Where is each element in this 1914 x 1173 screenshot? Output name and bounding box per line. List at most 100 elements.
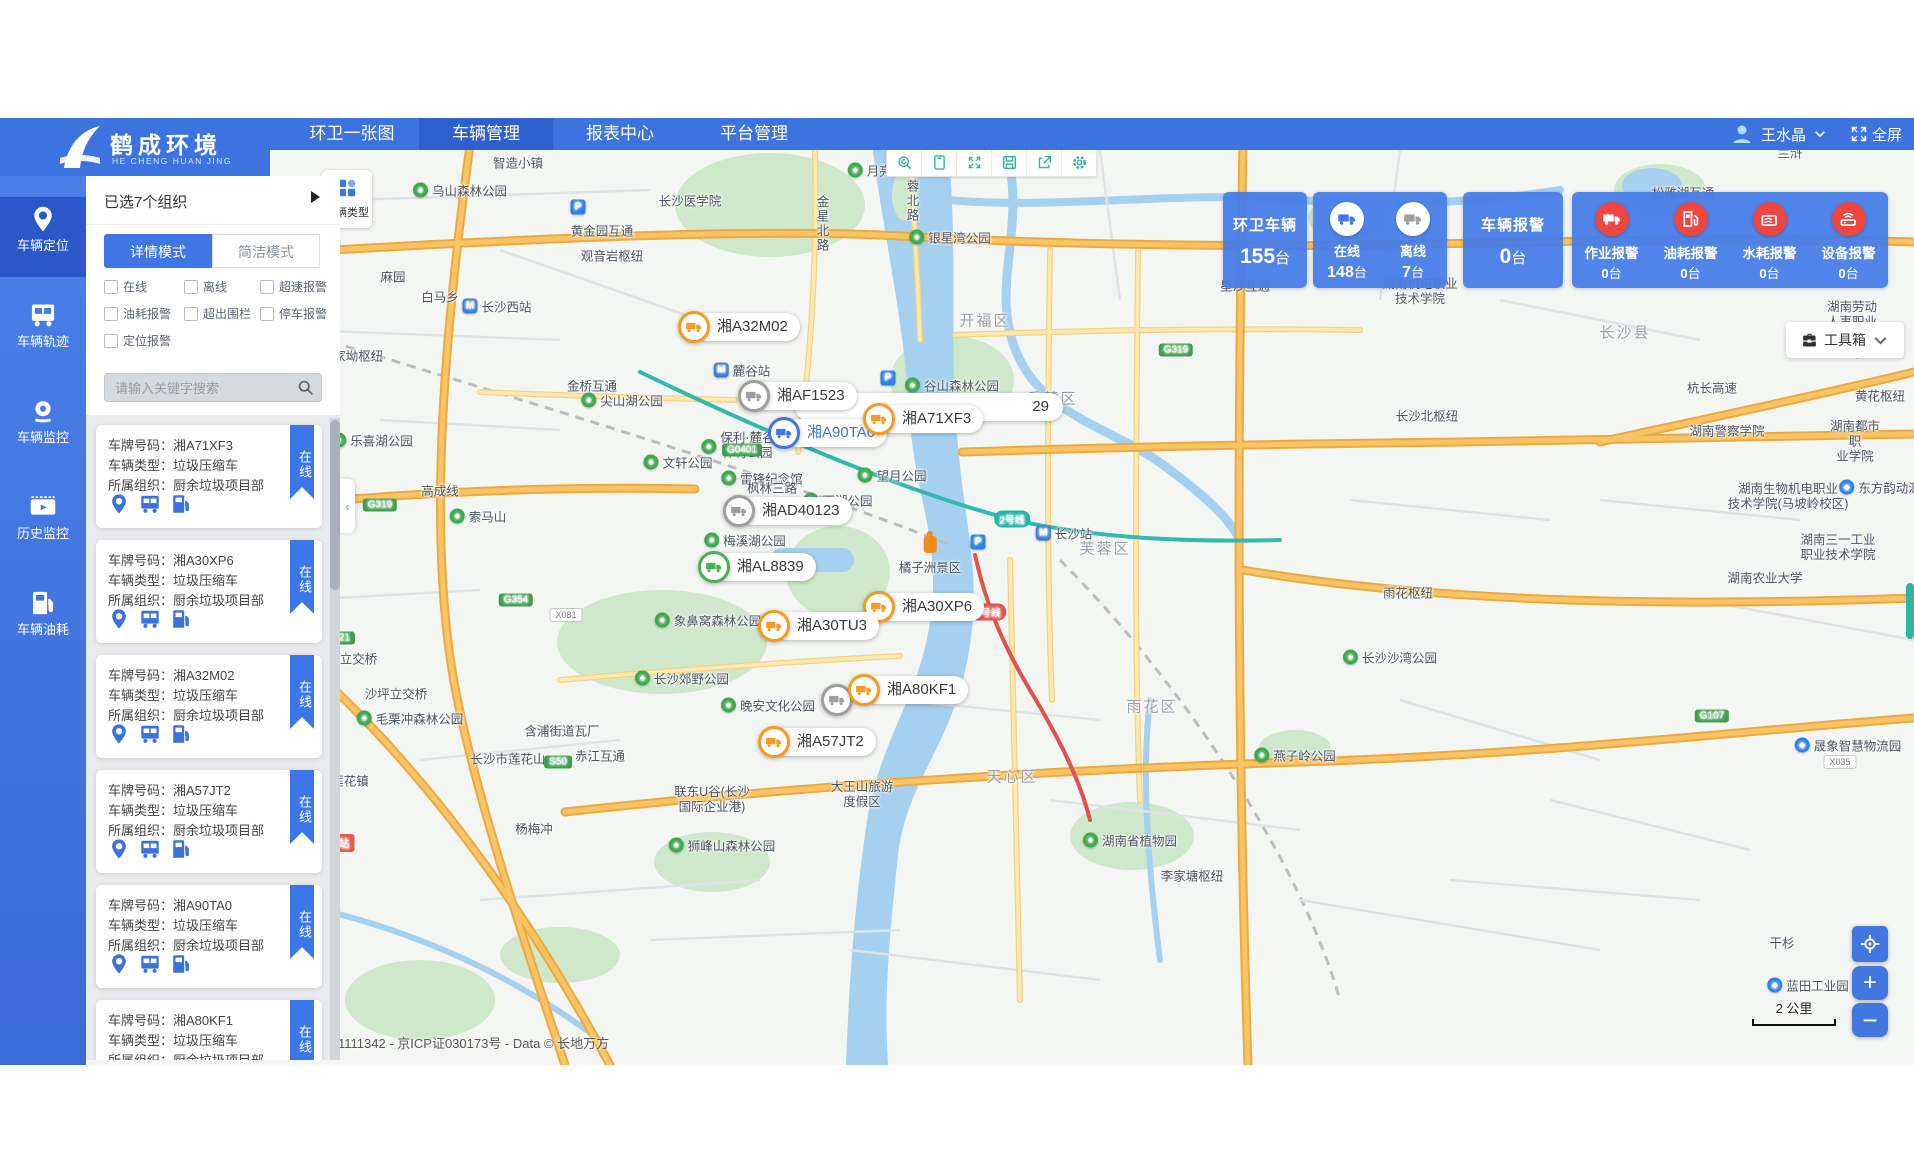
stat-alarm-label: 水耗报警 bbox=[1730, 242, 1809, 262]
park-icon: ♠ bbox=[635, 671, 650, 686]
stat-vehicle-alarm-unit: 台 bbox=[1511, 250, 1526, 267]
zoom-out-button[interactable]: − bbox=[1852, 1003, 1888, 1037]
stat-offline-label: 离线 bbox=[1381, 241, 1445, 260]
expand-icon[interactable] bbox=[957, 148, 992, 176]
fuel-vehicle-icon[interactable] bbox=[170, 953, 192, 975]
stat-online-unit: 台 bbox=[1354, 265, 1367, 280]
locate-vehicle-icon[interactable] bbox=[108, 838, 130, 860]
vehicle-card[interactable]: 车牌号码：湘A57JT2车辆类型：垃圾压缩车所属组织：厨余垃圾项目部在线 bbox=[96, 770, 322, 873]
map-label: ◆晟象智慧物流园 bbox=[1795, 736, 1902, 755]
fullscreen-button[interactable]: 全屏 bbox=[1850, 124, 1902, 145]
vehicle-card[interactable]: 车牌号码：湘A71XF3车辆类型：垃圾压缩车所属组织：厨余垃圾项目部在线 bbox=[96, 425, 322, 528]
top-navigation-bar: 环卫一张图车辆管理报表中心平台管理 王水晶 全屏 bbox=[0, 118, 1914, 150]
fuel-vehicle-icon[interactable] bbox=[170, 608, 192, 630]
map-label: G319 bbox=[1159, 344, 1193, 357]
fuel-vehicle-icon[interactable] bbox=[170, 493, 192, 515]
park-icon: ♠ bbox=[643, 455, 658, 470]
locate-vehicle-icon[interactable] bbox=[108, 608, 130, 630]
map-label: 长沙北枢纽 bbox=[1396, 406, 1459, 425]
nav-tab-4[interactable]: 平台管理 bbox=[687, 118, 821, 150]
panel-collapse-handle[interactable] bbox=[340, 479, 355, 533]
checkbox-icon[interactable] bbox=[260, 307, 274, 321]
nav-tab-3[interactable]: 报表中心 bbox=[553, 118, 687, 150]
map-label: 芙蓉区 bbox=[1079, 538, 1130, 559]
locate-vehicle-icon[interactable] bbox=[108, 953, 130, 975]
map-scale-label: 2 公里 bbox=[1752, 998, 1836, 1017]
sidebar-item-1[interactable]: 车辆定位 bbox=[0, 197, 86, 277]
filter-2[interactable]: 离线 bbox=[184, 278, 260, 295]
search-icon[interactable] bbox=[297, 379, 314, 396]
truck-icon bbox=[723, 495, 755, 527]
chevron-down-icon[interactable] bbox=[1813, 127, 1827, 141]
map-label: 大王山旅游 度假区 bbox=[831, 780, 894, 810]
panel-scrollbar-thumb[interactable] bbox=[330, 420, 340, 590]
truck-alarm-icon bbox=[1595, 202, 1629, 236]
filter-7[interactable]: 定位报警 bbox=[104, 332, 184, 349]
checkbox-icon[interactable] bbox=[260, 280, 274, 294]
zoomsearch-icon[interactable] bbox=[887, 148, 922, 176]
sidebar-item-2[interactable]: 车辆轨迹 bbox=[0, 293, 86, 373]
filter-3[interactable]: 超速报警 bbox=[260, 278, 329, 295]
frame-icon[interactable] bbox=[922, 148, 957, 176]
zoom-in-button[interactable]: + bbox=[1852, 966, 1888, 1000]
filter-4[interactable]: 油耗报警 bbox=[104, 305, 184, 322]
org-selected-label: 已选7个组织 bbox=[104, 191, 187, 212]
vehicle-org: 所属组织：厨余垃圾项目部 bbox=[108, 590, 264, 609]
status-badge: 在线 bbox=[290, 655, 314, 729]
search-input[interactable] bbox=[113, 376, 292, 401]
map-label-text: 毛栗冲森林公园 bbox=[376, 709, 464, 728]
track-vehicle-icon[interactable] bbox=[139, 838, 161, 860]
track-vehicle-icon[interactable] bbox=[139, 953, 161, 975]
toolbox-button[interactable]: 工具箱 bbox=[1786, 322, 1904, 358]
stat-total-unit: 台 bbox=[1275, 250, 1290, 267]
stat-offline-value: 7 bbox=[1402, 264, 1411, 281]
fuel-vehicle-icon[interactable] bbox=[170, 723, 192, 745]
vehicle-card[interactable]: 车牌号码：湘A32M02车辆类型：垃圾压缩车所属组织：厨余垃圾项目部在线 bbox=[96, 655, 322, 758]
tab-detail-mode[interactable]: 详情模式 bbox=[104, 234, 212, 268]
tab-simple-mode[interactable]: 简洁模式 bbox=[212, 234, 320, 268]
nav-tab-2[interactable]: 车辆管理 bbox=[419, 118, 553, 150]
vehicle-card[interactable]: 车牌号码：湘A30XP6车辆类型：垃圾压缩车所属组织：厨余垃圾项目部在线 bbox=[96, 540, 322, 643]
map-label: ♠长沙沙湾公园 bbox=[1343, 648, 1437, 667]
filter-5[interactable]: 超出围栏 bbox=[184, 305, 260, 322]
sidebar-item-5[interactable]: 车辆油耗 bbox=[0, 581, 86, 661]
locate-vehicle-icon[interactable] bbox=[108, 723, 130, 745]
stat-alarm-value: 0台 bbox=[1730, 263, 1809, 282]
filter-1[interactable]: 在线 bbox=[104, 278, 184, 295]
locate-button[interactable] bbox=[1852, 926, 1888, 962]
org-selector[interactable]: 已选7个组织 bbox=[86, 176, 340, 225]
expand-arrow-icon[interactable] bbox=[311, 191, 320, 203]
track-vehicle-icon[interactable] bbox=[139, 493, 161, 515]
crosshair-icon bbox=[1859, 933, 1881, 955]
checkbox-icon[interactable] bbox=[184, 280, 198, 294]
vehicle-card[interactable]: 车牌号码：湘A90TA0车辆类型：垃圾压缩车所属组织：厨余垃圾项目部在线 bbox=[96, 885, 322, 988]
filter-6[interactable]: 停车报警 bbox=[260, 305, 329, 322]
checkbox-icon[interactable] bbox=[104, 334, 118, 348]
right-edge-scrollbar[interactable] bbox=[1906, 583, 1914, 639]
username[interactable]: 王水晶 bbox=[1761, 124, 1806, 145]
checkbox-icon[interactable] bbox=[104, 280, 118, 294]
gear-icon[interactable] bbox=[1062, 148, 1096, 176]
offline-truck-icon bbox=[1396, 202, 1430, 236]
checkbox-icon[interactable] bbox=[104, 307, 118, 321]
export-icon[interactable] bbox=[1027, 148, 1062, 176]
save-icon[interactable] bbox=[992, 148, 1027, 176]
locate-vehicle-icon[interactable] bbox=[108, 493, 130, 515]
map-label-text: 东方韵动汇 bbox=[1858, 478, 1914, 497]
vehicle-actions bbox=[108, 838, 192, 860]
track-vehicle-icon[interactable] bbox=[139, 723, 161, 745]
sidebar-item-3[interactable]: 车辆监控 bbox=[0, 389, 86, 469]
panel-scrollbar-track[interactable] bbox=[330, 418, 340, 1060]
park-icon: ♠ bbox=[857, 468, 872, 483]
user-area[interactable]: 王水晶 全屏 bbox=[1730, 118, 1902, 150]
track-vehicle-icon[interactable] bbox=[139, 608, 161, 630]
sidebar-item-4[interactable]: 历史监控 bbox=[0, 485, 86, 565]
vehicle-card[interactable]: 车牌号码：湘A80KF1车辆类型：垃圾压缩车所属组织：厨余垃圾项目部在线 bbox=[96, 1000, 322, 1060]
stat-vehicle-alarm-value: 0 bbox=[1500, 245, 1512, 268]
checkbox-icon[interactable] bbox=[184, 307, 198, 321]
statue-icon bbox=[923, 536, 936, 553]
fuel-vehicle-icon[interactable] bbox=[170, 838, 192, 860]
nav-tab-1[interactable]: 环卫一张图 bbox=[285, 118, 419, 150]
park-icon: ♠ bbox=[704, 533, 719, 548]
filter-label: 在线 bbox=[123, 278, 147, 295]
